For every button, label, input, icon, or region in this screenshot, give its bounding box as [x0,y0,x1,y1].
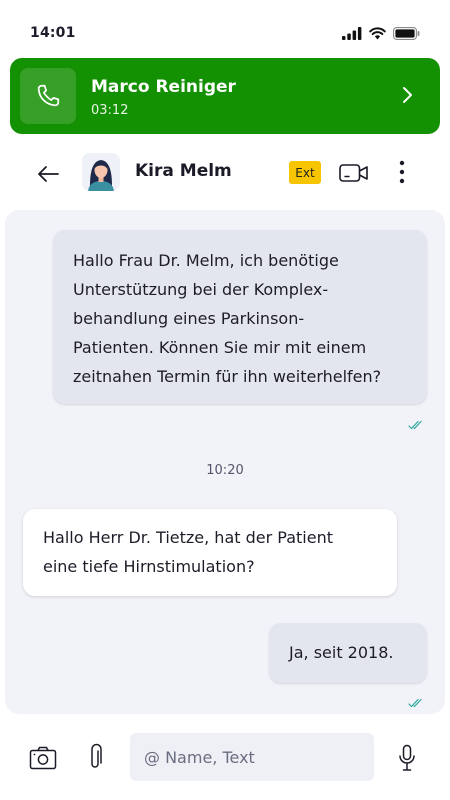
message-line: Hallo Frau Dr. Melm, ich benötige [73,251,339,270]
back-arrow-icon[interactable] [34,162,62,186]
message-line: Hallo Herr Dr. Tietze, hat der Patient [43,528,333,547]
message-bubble-outgoing[interactable]: Ja, seit 2018. [269,623,427,683]
message-line: behandlung eines Parkinson- [73,309,305,328]
status-time: 14:01 [30,25,76,41]
status-icons [342,26,420,42]
double-check-icon [408,415,426,434]
message-line: eine tiefe Hirnstimulation? [43,557,255,576]
message-line: zeitnahen Termin für ihn weiterhelfen? [73,367,382,386]
message-input[interactable] [130,733,374,781]
caller-name: Marco Reiniger [91,77,236,97]
more-vertical-icon[interactable] [391,158,413,186]
message-line: Ja, seit 2018. [289,643,394,662]
status-bar: 14:01 [0,0,450,54]
active-call-banner[interactable]: Marco Reiniger 03:12 [10,58,440,134]
external-badge: Ext [289,161,321,184]
battery-icon [393,25,420,44]
message-bubble-incoming[interactable]: Hallo Herr Dr. Tietze, hat der Patient e… [23,509,397,596]
chevron-right-icon [402,85,414,109]
time-divider: 10:20 [206,463,244,478]
message-composer [0,724,450,790]
contact-name[interactable]: Kira Melm [135,161,232,181]
camera-icon[interactable] [28,743,58,773]
message-line: Unterstützung bei der Komplex- [73,280,329,299]
paperclip-icon[interactable] [82,741,108,773]
wifi-icon [369,25,386,44]
message-bubble-outgoing[interactable]: Hallo Frau Dr. Melm, ich benötige Unters… [53,230,427,404]
chat-header: Kira Melm Ext [0,146,450,202]
phone-icon [20,68,76,124]
signal-icon [342,25,362,44]
microphone-icon[interactable] [394,742,420,774]
avatar[interactable] [82,153,120,191]
message-line: Patienten. Können Sie mir mit einem [73,338,367,357]
video-camera-icon[interactable] [338,160,370,186]
double-check-icon [408,693,426,712]
conversation[interactable]: Hallo Frau Dr. Melm, ich benötige Unters… [5,210,445,714]
call-duration: 03:12 [91,103,129,118]
